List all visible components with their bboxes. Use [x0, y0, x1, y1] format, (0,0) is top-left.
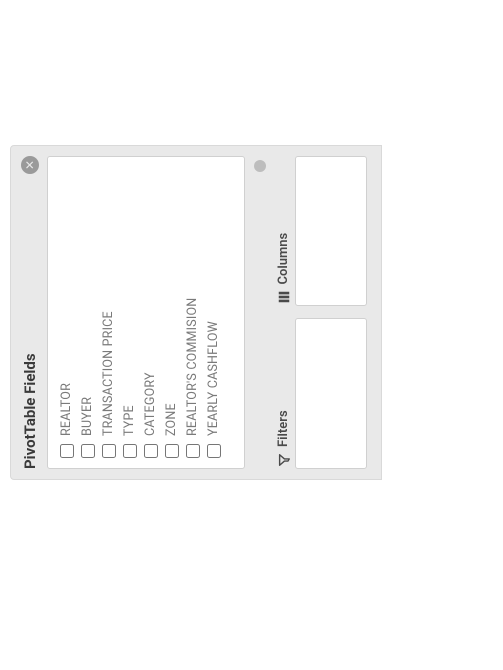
- pivottable-fields-panel: PivotTable Fields ✕ REALTOR BUYER TRANSA…: [10, 145, 382, 480]
- field-label: REALTOR'S COMMISION: [185, 298, 200, 436]
- filters-area-title: Filters: [276, 410, 291, 447]
- field-checkbox-type[interactable]: [123, 444, 137, 458]
- panel-header: PivotTable Fields ✕: [21, 156, 39, 469]
- field-checkbox-yearly-cashflow[interactable]: [207, 444, 221, 458]
- field-checkbox-zone[interactable]: [165, 444, 179, 458]
- field-list[interactable]: REALTOR BUYER TRANSACTION PRICE TYPE CAT…: [47, 156, 245, 469]
- field-row-realtor[interactable]: REALTOR: [56, 165, 77, 460]
- field-label: REALTOR: [59, 383, 74, 436]
- field-checkbox-category[interactable]: [144, 444, 158, 458]
- field-row-type[interactable]: TYPE: [119, 165, 140, 460]
- field-row-zone[interactable]: ZONE: [161, 165, 182, 460]
- drop-areas: Filters Columns: [276, 156, 367, 469]
- field-label: ZONE: [164, 403, 179, 436]
- field-label: BUYER: [80, 397, 95, 436]
- close-icon: ✕: [23, 160, 37, 170]
- app-stage: PivotTable Fields ✕ REALTOR BUYER TRANSA…: [0, 0, 503, 670]
- field-checkbox-realtors-commision[interactable]: [186, 444, 200, 458]
- columns-icon: [277, 291, 291, 305]
- filter-icon: [277, 453, 291, 467]
- field-label: YEARLY CASHFLOW: [206, 321, 221, 436]
- field-checkbox-transaction-price[interactable]: [102, 444, 116, 458]
- field-row-realtors-commision[interactable]: REALTOR'S COMMISION: [182, 165, 203, 460]
- close-button[interactable]: ✕: [21, 156, 39, 174]
- gear-icon[interactable]: [254, 160, 266, 172]
- columns-dropzone[interactable]: [295, 156, 367, 307]
- field-checkbox-buyer[interactable]: [81, 444, 95, 458]
- field-row-buyer[interactable]: BUYER: [77, 165, 98, 460]
- field-label: TYPE: [122, 405, 137, 436]
- field-row-yearly-cashflow[interactable]: YEARLY CASHFLOW: [203, 165, 224, 460]
- filters-area: Filters: [276, 319, 367, 470]
- field-checkbox-realtor[interactable]: [60, 444, 74, 458]
- filters-dropzone[interactable]: [295, 319, 367, 470]
- panel-title: PivotTable Fields: [21, 353, 39, 469]
- filters-area-header: Filters: [276, 319, 291, 470]
- field-label: TRANSACTION PRICE: [101, 311, 116, 436]
- rotated-wrapper: PivotTable Fields ✕ REALTOR BUYER TRANSA…: [10, 145, 382, 480]
- field-label: CATEGORY: [143, 372, 158, 436]
- columns-area: Columns: [276, 156, 367, 307]
- columns-area-title: Columns: [276, 233, 291, 285]
- field-row-transaction-price[interactable]: TRANSACTION PRICE: [98, 165, 119, 460]
- columns-area-header: Columns: [276, 156, 291, 307]
- settings-row: [245, 156, 272, 469]
- field-row-category[interactable]: CATEGORY: [140, 165, 161, 460]
